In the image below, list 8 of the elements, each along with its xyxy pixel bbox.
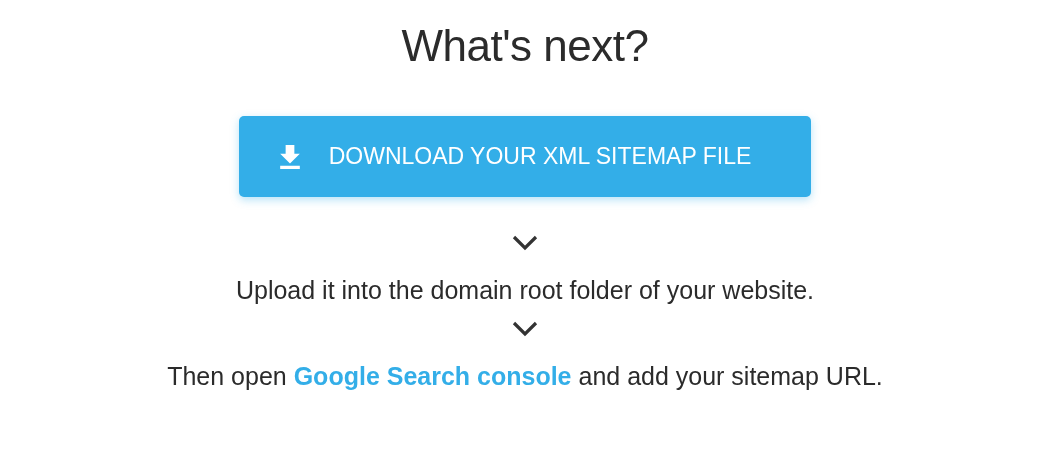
instruction-text: Then open Google Search console and add your sitemap URL. xyxy=(167,361,883,391)
instruction-text: Upload it into the domain root folder of your website. xyxy=(235,275,815,305)
page-heading: What's next? xyxy=(401,20,649,72)
download-icon xyxy=(278,144,301,169)
chevron-down-icon xyxy=(512,321,538,337)
download-button[interactable]: DOWNLOAD YOUR XML SITEMAP FILE xyxy=(239,116,811,197)
search-console-link[interactable]: Google Search console xyxy=(293,362,572,390)
chevron-down-icon xyxy=(512,235,538,251)
